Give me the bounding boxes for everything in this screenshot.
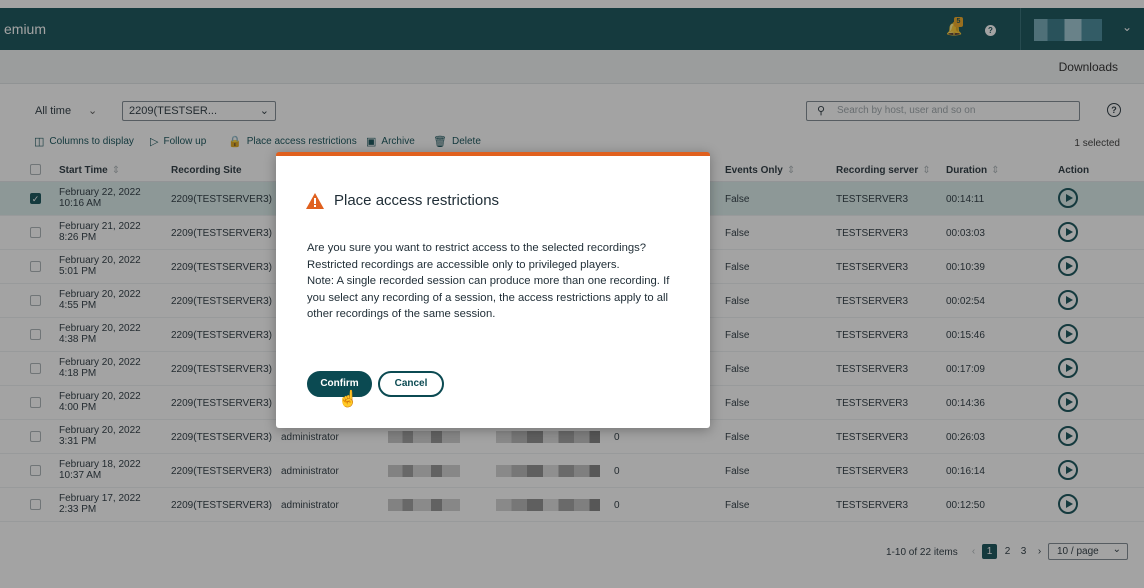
dialog-line: Restricted recordings are accessible onl… [307,258,620,271]
hand-cursor-icon: ☝ [338,391,358,408]
warning-icon [306,193,324,209]
cancel-button[interactable]: Cancel [378,371,444,397]
dialog-message: Are you sure you want to restrict access… [307,240,687,323]
dialog-line: other recordings of the same session. [307,308,496,320]
dialog-title: Place access restrictions [334,192,500,209]
dialog-line: Note: A single recorded session can prod… [307,275,670,287]
restrict-access-dialog: Place access restrictions Are you sure y… [276,152,710,428]
dialog-line: Are you sure you want to restrict access… [307,242,647,254]
dialog-line: you select any recording of a session, t… [307,291,669,304]
